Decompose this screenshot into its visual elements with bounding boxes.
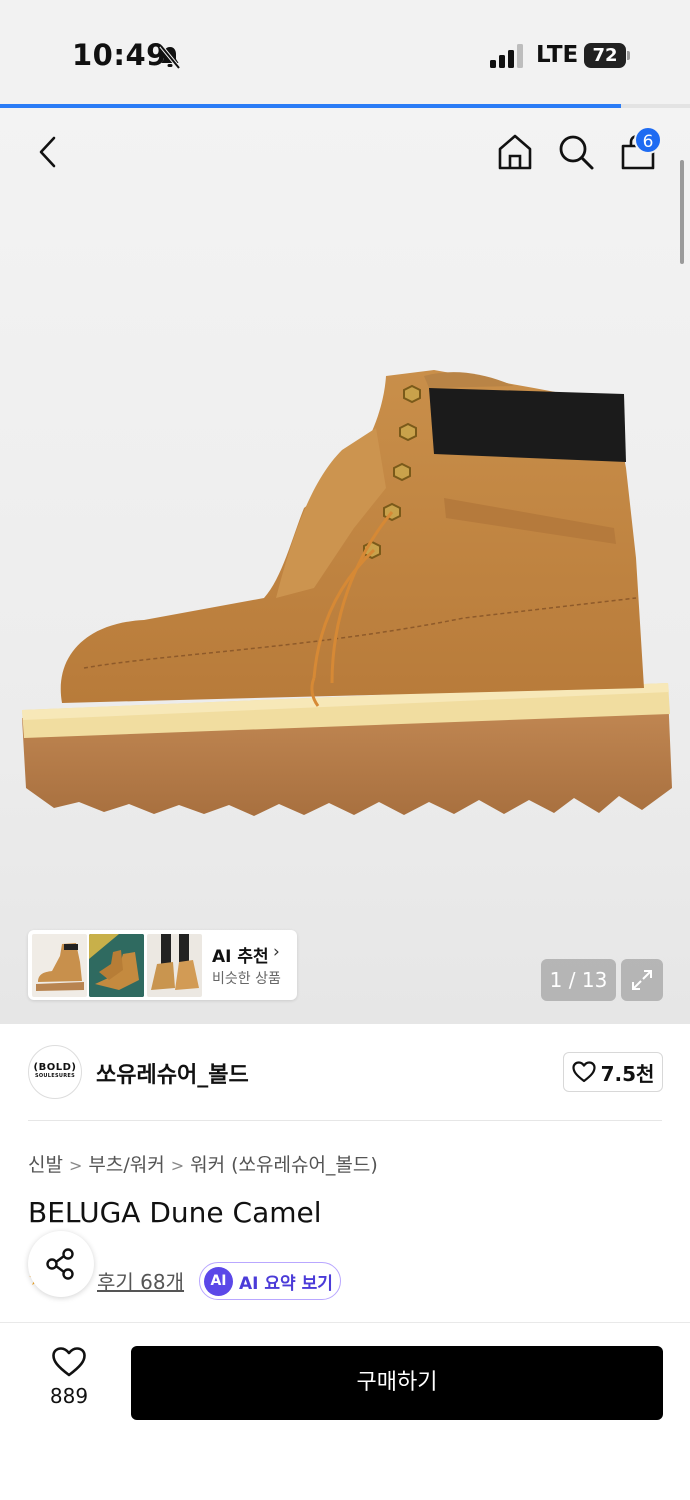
status-time: 10:49 <box>72 38 167 72</box>
brand-logo-text: (BOLD) <box>33 1062 77 1073</box>
product-image[interactable] <box>14 358 678 828</box>
ai-summary-label: AI 요약 보기 <box>239 1273 333 1294</box>
search-button[interactable] <box>554 130 598 174</box>
review-count-link[interactable]: 후기 68개 <box>97 1266 184 1295</box>
back-arrow-icon <box>39 136 56 168</box>
network-label: LTE <box>536 42 579 68</box>
buy-button[interactable]: 구매하기 <box>131 1346 663 1420</box>
recommend-thumbnail[interactable] <box>32 934 87 997</box>
ai-recommend-subtitle: 비슷한 상품 <box>212 971 281 987</box>
cart-count-badge: 6 <box>634 126 662 154</box>
boot-thumbnail-image <box>36 943 84 991</box>
wishlist-button[interactable]: 889 <box>38 1346 100 1420</box>
section-divider <box>28 1120 662 1121</box>
chevron-right-icon: > <box>170 1156 185 1175</box>
bell-muted-icon <box>159 44 181 70</box>
signal-icon <box>490 44 523 68</box>
search-icon <box>559 135 594 170</box>
breadcrumb-item[interactable]: 신발 <box>28 1154 63 1176</box>
product-title: BELUGA Dune Camel <box>28 1196 322 1229</box>
scroll-indicator[interactable] <box>680 160 684 264</box>
brand-name[interactable]: 쏘유레슈어_볼드 <box>96 1057 249 1089</box>
chevron-right-icon: > <box>68 1156 83 1175</box>
home-icon <box>498 134 532 170</box>
heart-icon <box>52 1347 86 1377</box>
boots-pair-thumbnail-image <box>89 934 144 997</box>
brand-logo[interactable]: (BOLD) SOULESURES <box>28 1045 82 1099</box>
battery-indicator: 72 <box>584 43 630 68</box>
brand-like-button[interactable]: 7.5천 <box>563 1052 663 1092</box>
share-button[interactable] <box>28 1231 94 1297</box>
ai-recommend-card[interactable]: AI 추천 › 비슷한 상품 <box>28 930 297 1000</box>
image-page-counter: 1 / 13 <box>541 959 616 1001</box>
heart-icon <box>571 1061 596 1083</box>
recommend-thumbnail[interactable] <box>147 934 202 997</box>
boots-worn-thumbnail-image <box>151 934 199 990</box>
bottom-bar-divider <box>0 1322 690 1323</box>
home-button[interactable] <box>493 130 537 174</box>
battery-cap <box>627 51 630 60</box>
ai-badge-icon: AI <box>204 1266 233 1296</box>
wishlist-count: 889 <box>49 1384 89 1408</box>
status-bar: 10:49 LTE 72 <box>0 0 690 106</box>
brand-row[interactable]: (BOLD) SOULESURES 쏘유레슈어_볼드 7.5천 <box>0 1024 690 1120</box>
breadcrumb: 신발 > 부츠/워커 > 워커 (쏘유레슈어_볼드) <box>28 1150 378 1177</box>
breadcrumb-item[interactable]: 워커 (쏘유레슈어_볼드) <box>190 1154 378 1176</box>
brand-like-count: 7.5천 <box>600 1061 655 1086</box>
breadcrumb-item[interactable]: 부츠/워커 <box>88 1154 164 1176</box>
chevron-right-icon: › <box>273 942 280 962</box>
ai-recommend-title: AI 추천 <box>212 947 269 967</box>
expand-icon <box>632 970 652 990</box>
battery-level: 72 <box>584 43 626 68</box>
expand-image-button[interactable] <box>621 959 663 1001</box>
recommend-thumbnail[interactable] <box>89 934 144 997</box>
back-button[interactable] <box>26 130 70 174</box>
product-gallery[interactable]: 6 AI 추천 › 비슷한 상품 1 / 13 <box>0 108 690 1024</box>
brand-logo-subtext: SOULESURES <box>34 1073 76 1079</box>
ai-summary-button[interactable]: AI AI 요약 보기 <box>199 1262 341 1300</box>
share-icon <box>46 1248 74 1280</box>
